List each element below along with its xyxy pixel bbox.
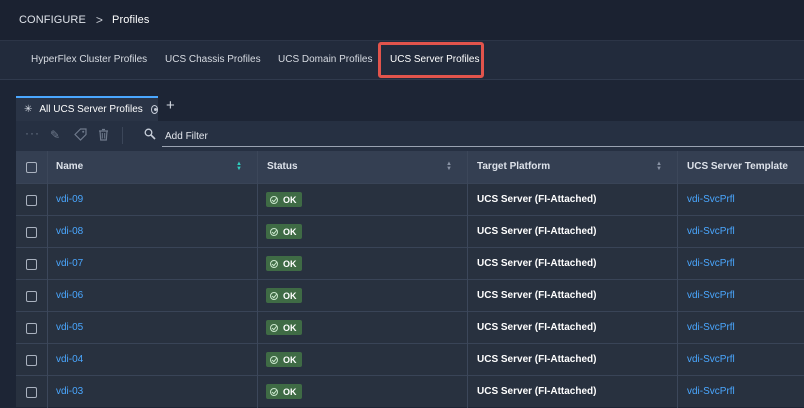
status-badge: OK bbox=[266, 384, 302, 399]
row-checkbox[interactable] bbox=[26, 291, 37, 302]
column-divider[interactable] bbox=[257, 151, 258, 408]
status-badge: OK bbox=[266, 192, 302, 207]
table-row[interactable]: vdi-09 OK UCS Server (FI-Attached) vdi-S… bbox=[16, 183, 804, 215]
target-platform: UCS Server (FI-Attached) bbox=[477, 386, 597, 397]
check-circle-icon bbox=[270, 259, 278, 268]
tag-icon[interactable] bbox=[74, 128, 87, 144]
server-template-link[interactable]: vdi-SvcPrfl bbox=[687, 344, 735, 375]
column-header-name[interactable]: Name bbox=[56, 151, 83, 183]
server-template-link[interactable]: vdi-SvcPrfl bbox=[687, 376, 735, 407]
chevron-right-icon: > bbox=[95, 13, 104, 27]
row-checkbox[interactable] bbox=[26, 259, 37, 270]
row-checkbox[interactable] bbox=[26, 355, 37, 366]
check-circle-icon bbox=[270, 195, 278, 204]
profile-name-link[interactable]: vdi-04 bbox=[56, 344, 83, 375]
check-circle-icon bbox=[270, 323, 278, 332]
column-header-target-platform[interactable]: Target Platform bbox=[477, 151, 550, 183]
check-circle-icon bbox=[270, 355, 278, 364]
target-platform: UCS Server (FI-Attached) bbox=[477, 290, 597, 301]
column-header-ucs-server-template[interactable]: UCS Server Template bbox=[687, 151, 788, 183]
profile-name-link[interactable]: vdi-09 bbox=[56, 184, 83, 215]
table-row[interactable]: vdi-07 OK UCS Server (FI-Attached) vdi-S… bbox=[16, 247, 804, 279]
server-template-link[interactable]: vdi-SvcPrfl bbox=[687, 248, 735, 279]
breadcrumb: CONFIGURE > Profiles bbox=[0, 0, 804, 41]
status-text: OK bbox=[283, 226, 297, 237]
view-options-icon[interactable] bbox=[150, 105, 158, 114]
sort-icon-target-platform[interactable]: ▲ ▼ bbox=[656, 161, 662, 172]
server-template-link[interactable]: vdi-SvcPrfl bbox=[687, 312, 735, 343]
target-platform: UCS Server (FI-Attached) bbox=[477, 354, 597, 365]
table-toolbar: ··· ✎ bbox=[16, 121, 804, 151]
status-text: OK bbox=[283, 386, 297, 397]
table-header: Name ▲ ▼ Status ▲ ▼ Target Platform ▲ ▼ UCS… bbox=[16, 151, 804, 183]
more-options-icon[interactable]: ··· bbox=[25, 126, 40, 140]
row-checkbox[interactable] bbox=[26, 195, 37, 206]
edit-pencil-icon[interactable]: ✎ bbox=[50, 128, 60, 142]
status-badge: OK bbox=[266, 352, 302, 367]
view-tab-bar: ✳ All UCS Server Profiles + bbox=[0, 93, 804, 121]
table-row[interactable]: vdi-08 OK UCS Server (FI-Attached) vdi-S… bbox=[16, 215, 804, 247]
search-icon bbox=[144, 128, 156, 143]
row-checkbox[interactable] bbox=[26, 323, 37, 334]
column-divider[interactable] bbox=[467, 151, 468, 408]
status-badge: OK bbox=[266, 256, 302, 271]
target-platform: UCS Server (FI-Attached) bbox=[477, 226, 597, 237]
status-text: OK bbox=[283, 258, 297, 269]
target-platform: UCS Server (FI-Attached) bbox=[477, 322, 597, 333]
toolbar-divider bbox=[122, 127, 123, 144]
table-row[interactable]: vdi-03 OK UCS Server (FI-Attached) vdi-S… bbox=[16, 375, 804, 407]
filter-field[interactable] bbox=[162, 125, 804, 147]
tab-ucs-chassis-profiles[interactable]: UCS Chassis Profiles bbox=[165, 41, 261, 79]
status-text: OK bbox=[283, 354, 297, 365]
asterisk-icon: ✳ bbox=[24, 104, 33, 115]
tab-highlight-box bbox=[378, 42, 484, 78]
sort-icon-status[interactable]: ▲ ▼ bbox=[446, 161, 452, 172]
server-template-link[interactable]: vdi-SvcPrfl bbox=[687, 216, 735, 247]
view-tab-all-ucs-server-profiles[interactable]: ✳ All UCS Server Profiles bbox=[16, 96, 158, 121]
status-badge: OK bbox=[266, 288, 302, 303]
row-checkbox[interactable] bbox=[26, 387, 37, 398]
server-template-link[interactable]: vdi-SvcPrfl bbox=[687, 184, 735, 215]
table-row[interactable]: vdi-04 OK UCS Server (FI-Attached) vdi-S… bbox=[16, 343, 804, 375]
sort-icon-name[interactable]: ▲ ▼ bbox=[236, 161, 242, 172]
status-badge: OK bbox=[266, 320, 302, 335]
select-all-checkbox[interactable] bbox=[26, 162, 37, 173]
tab-ucs-domain-profiles[interactable]: UCS Domain Profiles bbox=[278, 41, 372, 79]
breadcrumb-profiles: Profiles bbox=[112, 14, 150, 26]
profile-name-link[interactable]: vdi-07 bbox=[56, 248, 83, 279]
profile-name-link[interactable]: vdi-06 bbox=[56, 280, 83, 311]
profile-name-link[interactable]: vdi-08 bbox=[56, 216, 83, 247]
status-text: OK bbox=[283, 290, 297, 301]
view-tab-label: All UCS Server Profiles bbox=[39, 104, 143, 115]
status-badge: OK bbox=[266, 224, 302, 239]
check-circle-icon bbox=[270, 227, 278, 236]
column-divider[interactable] bbox=[677, 151, 678, 408]
column-divider bbox=[47, 151, 48, 408]
add-filter-input[interactable] bbox=[165, 128, 765, 144]
profile-name-link[interactable]: vdi-03 bbox=[56, 376, 83, 407]
check-circle-icon bbox=[270, 387, 278, 396]
status-text: OK bbox=[283, 322, 297, 333]
add-view-tab-button[interactable]: + bbox=[166, 98, 175, 114]
profile-name-link[interactable]: vdi-05 bbox=[56, 312, 83, 343]
tab-hyperflex-cluster-profiles[interactable]: HyperFlex Cluster Profiles bbox=[31, 41, 147, 79]
status-text: OK bbox=[283, 194, 297, 205]
target-platform: UCS Server (FI-Attached) bbox=[477, 194, 597, 205]
breadcrumb-configure[interactable]: CONFIGURE bbox=[19, 14, 86, 26]
check-circle-icon bbox=[270, 291, 278, 300]
target-platform: UCS Server (FI-Attached) bbox=[477, 258, 597, 269]
server-template-link[interactable]: vdi-SvcPrfl bbox=[687, 280, 735, 311]
row-checkbox[interactable] bbox=[26, 227, 37, 238]
delete-trash-icon[interactable] bbox=[98, 128, 109, 144]
column-header-status[interactable]: Status bbox=[267, 151, 298, 183]
table-row[interactable]: vdi-06 OK UCS Server (FI-Attached) vdi-S… bbox=[16, 279, 804, 311]
table-row[interactable]: vdi-05 OK UCS Server (FI-Attached) vdi-S… bbox=[16, 311, 804, 343]
